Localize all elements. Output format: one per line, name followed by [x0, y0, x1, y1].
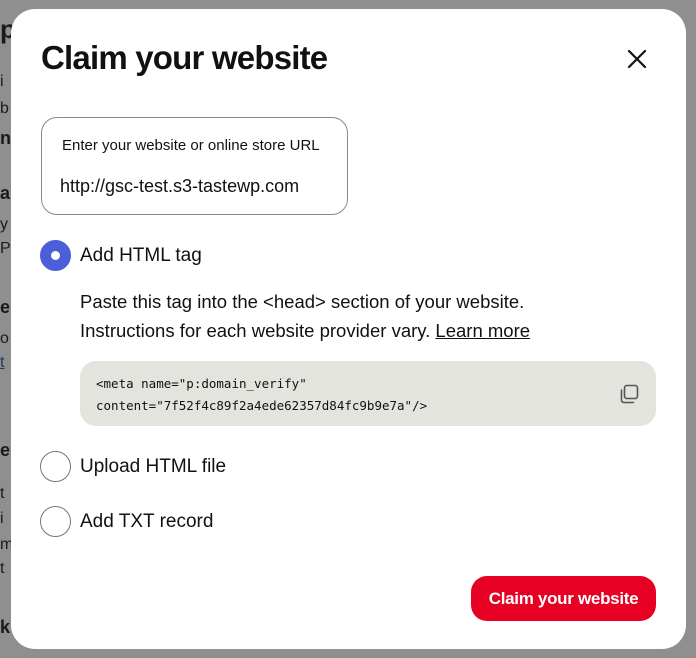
radio-add-txt-record[interactable]: [40, 506, 71, 537]
claim-website-button[interactable]: Claim your website: [471, 576, 656, 621]
modal-title: Claim your website: [41, 39, 328, 76]
instructions-line-1: Paste this tag into the <head> section o…: [80, 291, 525, 312]
option-label-add-html-tag: Add HTML tag: [80, 244, 202, 266]
copy-button[interactable]: [616, 381, 642, 407]
meta-tag-code: <meta name="p:domain_verify" content="7f…: [96, 373, 427, 417]
html-tag-instructions: Paste this tag into the <head> section o…: [80, 287, 640, 345]
code-line-1: <meta name="p:domain_verify": [96, 376, 307, 391]
radio-add-html-tag[interactable]: [40, 240, 71, 271]
option-add-html-tag[interactable]: Add HTML tag: [40, 240, 202, 271]
url-field-label: Enter your website or online store URL: [62, 137, 320, 154]
code-line-2: content="7f52f4c89f2a4ede62357d84fc9b9e7…: [96, 398, 428, 413]
meta-tag-code-box: <meta name="p:domain_verify" content="7f…: [80, 361, 656, 426]
option-label-upload-html-file: Upload HTML file: [80, 455, 227, 477]
option-upload-html-file[interactable]: Upload HTML file: [40, 451, 226, 482]
close-icon: [627, 49, 647, 69]
learn-more-link[interactable]: Learn more: [435, 320, 530, 341]
close-button[interactable]: [617, 39, 657, 79]
url-input[interactable]: [60, 173, 326, 199]
instructions-line-2: Instructions for each website provider v…: [80, 320, 431, 341]
option-label-add-txt-record: Add TXT record: [80, 510, 214, 532]
copy-icon: [620, 384, 639, 404]
option-add-txt-record[interactable]: Add TXT record: [40, 506, 213, 537]
url-field[interactable]: Enter your website or online store URL: [41, 117, 348, 215]
claim-website-modal: Claim your website Enter your website or…: [11, 9, 686, 649]
radio-upload-html-file[interactable]: [40, 451, 71, 482]
